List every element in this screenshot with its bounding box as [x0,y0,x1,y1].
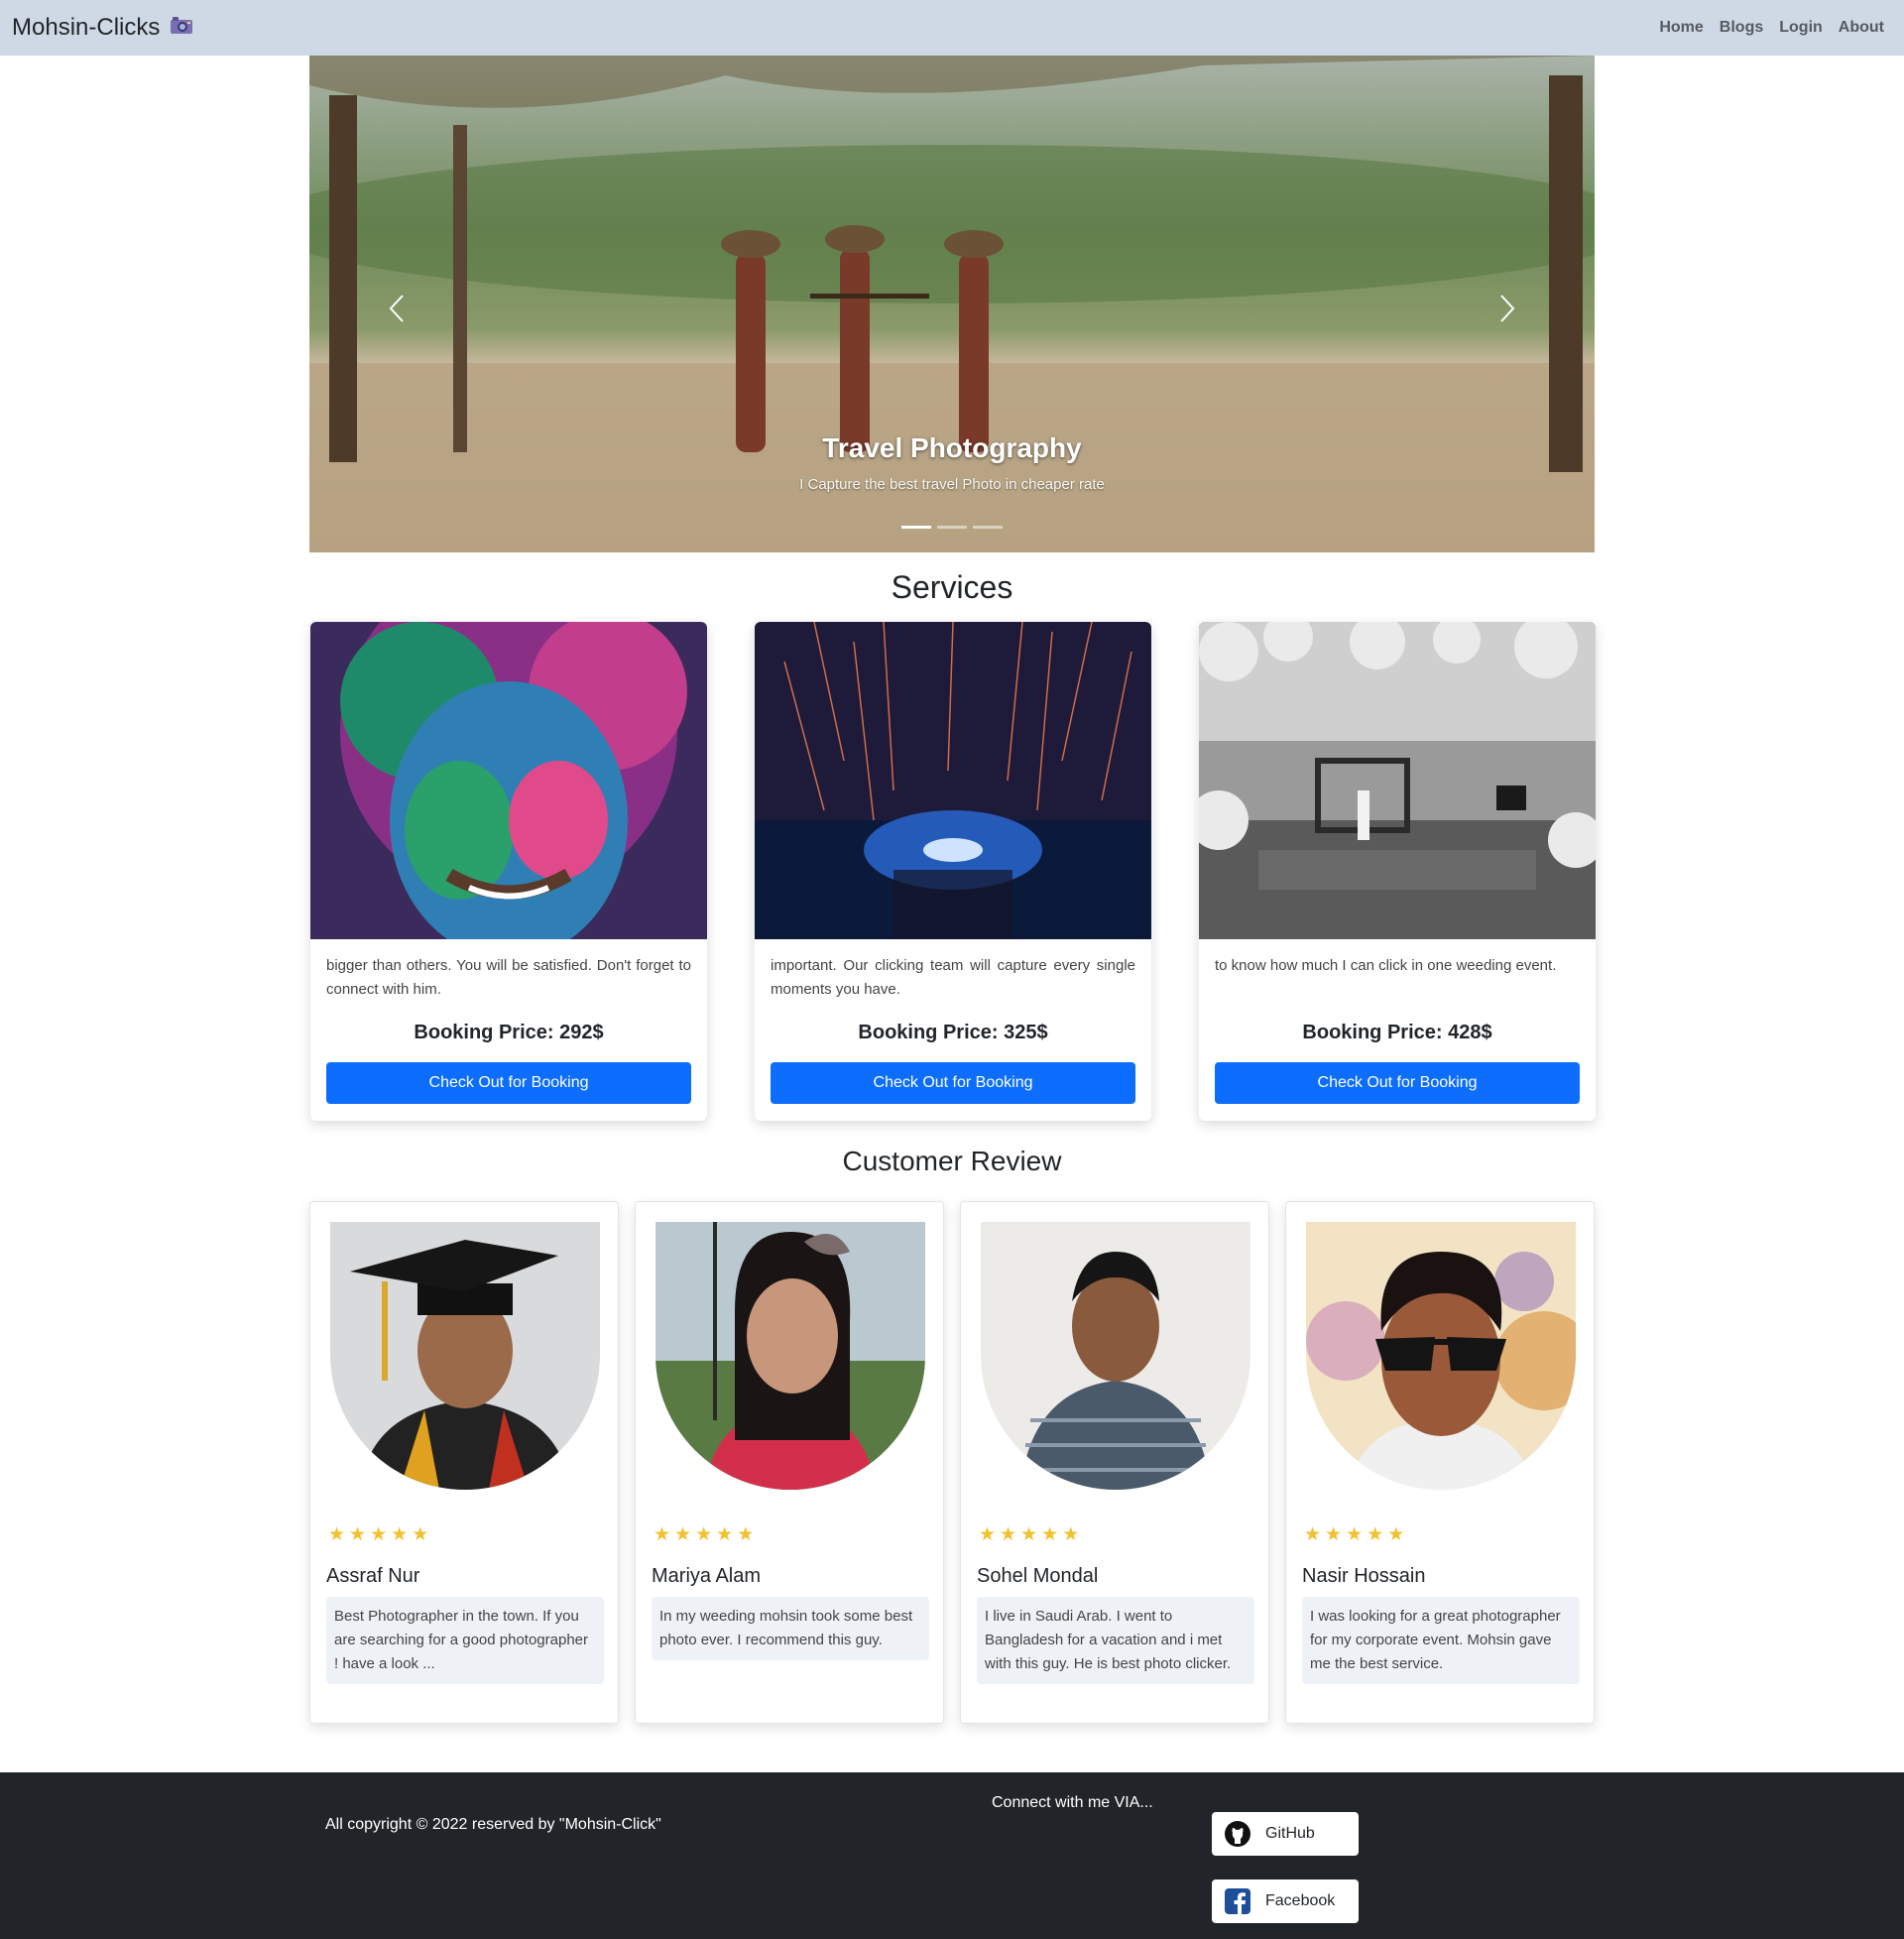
star-icon: ★ [1387,1524,1405,1545]
review-card: ★ ★ ★ ★ ★ Assraf Nur Best Photographer in th… [309,1201,619,1724]
carousel-indicator-3[interactable] [973,526,1003,529]
nav-link-login[interactable]: Login [1779,19,1823,37]
navbar: Mohsin-Clicks Home Blogs Login About [0,0,1904,56]
rating-stars: ★ ★ ★ ★ ★ [328,1525,428,1544]
service-card: to know how much I can click in one weed… [1199,622,1596,1121]
review-text: In my weeding mohsin took some best phot… [652,1597,929,1660]
booking-button[interactable]: Check Out for Booking [1215,1062,1580,1104]
brand[interactable]: Mohsin-Clicks [12,14,193,42]
avatar [981,1222,1250,1490]
star-icon: ★ [674,1524,692,1545]
rating-stars: ★ ★ ★ ★ ★ [654,1525,754,1544]
star-icon: ★ [695,1524,713,1545]
review-card: ★ ★ ★ ★ ★ Sohel Mondal I live in Saudi Arab.… [960,1201,1269,1724]
facebook-icon [1225,1888,1250,1915]
star-icon: ★ [654,1524,671,1545]
service-image [1199,622,1596,939]
reviewer-name: Assraf Nur [326,1565,420,1587]
services-title: Services [891,569,1013,605]
review-card: ★ ★ ★ ★ ★ Mariya Alam In my weeding mohsin t… [635,1201,944,1724]
service-description: bigger than others. You will be satisfie… [326,957,691,998]
reviews-title: Customer Review [842,1146,1062,1176]
booking-button[interactable]: Check Out for Booking [326,1062,691,1104]
service-price: Booking Price: 428$ [1302,1022,1492,1043]
hero-carousel: Travel Photography I Capture the best tr… [309,56,1595,552]
carousel-caption-text: I Capture the best travel Photo in cheap… [799,476,1105,493]
star-icon: ★ [1304,1524,1322,1545]
carousel-indicator-2[interactable] [937,526,967,529]
star-icon: ★ [1346,1524,1364,1545]
camera-icon [170,15,193,41]
facebook-button[interactable]: Facebook [1212,1879,1359,1923]
reviewer-name: Sohel Mondal [977,1565,1099,1587]
github-button[interactable]: GitHub [1212,1812,1359,1856]
avatar [655,1222,925,1490]
github-icon [1225,1821,1250,1847]
star-icon: ★ [391,1524,409,1545]
rating-stars: ★ ★ ★ ★ ★ [1304,1525,1404,1544]
service-price: Booking Price: 325$ [858,1022,1048,1043]
avatar [330,1222,600,1490]
nav-link-home[interactable]: Home [1659,19,1703,37]
star-icon: ★ [328,1524,346,1545]
star-icon: ★ [1325,1524,1343,1545]
star-icon: ★ [979,1524,997,1545]
carousel-indicator-1[interactable] [901,526,931,529]
github-label[interactable]: GitHub [1265,1825,1315,1843]
carousel-prev-button[interactable] [357,254,436,363]
service-description: important. Our clicking team will captur… [771,957,1135,998]
star-icon: ★ [1041,1524,1059,1545]
star-icon: ★ [737,1524,755,1545]
star-icon: ★ [1367,1524,1384,1545]
reviewer-name: Mariya Alam [652,1565,762,1587]
service-price: Booking Price: 292$ [414,1022,604,1043]
service-card: important. Our clicking team will captur… [755,622,1151,1121]
service-card: bigger than others. You will be satisfie… [310,622,707,1121]
star-icon: ★ [1062,1524,1080,1545]
rating-stars: ★ ★ ★ ★ ★ [979,1525,1079,1544]
chevron-left-icon [389,295,404,322]
carousel-caption-title: Travel Photography [822,432,1082,463]
brand-name[interactable]: Mohsin-Clicks [12,14,160,42]
nav-links: Home Blogs Login About [1659,19,1884,37]
star-icon: ★ [1020,1524,1038,1545]
review-text: Best Photographer in the town. If you ar… [326,1597,604,1684]
nav-link-blogs[interactable]: Blogs [1720,19,1763,37]
service-description: to know how much I can click in one weed… [1215,957,1557,974]
service-image [310,622,707,939]
review-card: ★ ★ ★ ★ ★ Nasir Hossain I was looking for a … [1285,1201,1595,1724]
nav-link-about[interactable]: About [1839,19,1884,37]
avatar [1306,1222,1576,1490]
service-image [755,622,1151,939]
star-icon: ★ [1000,1524,1017,1545]
carousel-next-button[interactable] [1468,254,1547,363]
review-text: I was looking for a great photographer f… [1302,1597,1580,1684]
booking-button[interactable]: Check Out for Booking [771,1062,1135,1104]
reviewer-name: Nasir Hossain [1302,1565,1426,1587]
carousel-indicators [309,526,1595,529]
star-icon: ★ [412,1524,429,1545]
footer: All copyright © 2022 reserved by "Mohsin… [0,1772,1904,1939]
chevron-right-icon [1500,295,1515,322]
copyright-text: All copyright © 2022 reserved by "Mohsin… [325,1816,661,1833]
connect-heading: Connect with me VIA... [992,1794,1153,1811]
facebook-label[interactable]: Facebook [1265,1892,1335,1910]
star-icon: ★ [370,1524,388,1545]
star-icon: ★ [349,1524,367,1545]
review-text: I live in Saudi Arab. I went to Banglade… [977,1597,1254,1684]
star-icon: ★ [716,1524,734,1545]
